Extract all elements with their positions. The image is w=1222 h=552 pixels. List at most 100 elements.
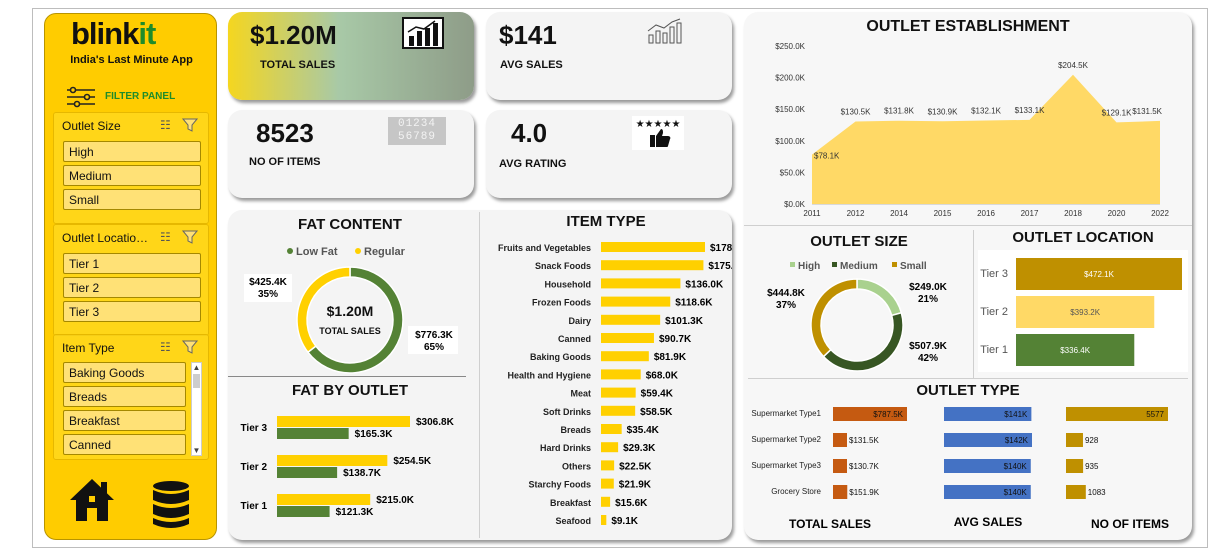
slicer-item-canned[interactable]: Canned [63, 434, 186, 455]
clear-filter-icon[interactable] [181, 230, 199, 247]
data-label: 5577 [1146, 410, 1164, 419]
y-tick-label: $250.0K [775, 42, 805, 51]
bar [601, 278, 681, 289]
data-label: $215.0K [376, 495, 415, 506]
filter-panel-label: FILTER PANEL [105, 91, 176, 102]
row-label: Supermarket Type3 [751, 461, 821, 470]
outlet-location-chart: Tier 3 $472.1K Tier 2 $393.2K Tier 1 $336.4K [978, 250, 1188, 372]
data-label: $151.9K [849, 488, 879, 497]
category-label: Dairy [568, 316, 591, 326]
data-label: $29.3K [623, 443, 656, 454]
slicer-item-high[interactable]: High [63, 141, 201, 162]
legend-label: Medium [840, 261, 878, 272]
row-label: Supermarket Type2 [751, 435, 821, 444]
panel-divider [748, 378, 1188, 379]
category-label: Tier 2 [241, 462, 268, 473]
kpi-label: NO OF ITEMS [249, 156, 321, 168]
bar [601, 405, 636, 416]
legend-label: Low Fat [296, 246, 338, 258]
multi-select-icon[interactable]: ☷ [160, 230, 171, 244]
data-label: $165.3K [355, 429, 394, 440]
trend-chart-icon [647, 18, 682, 44]
slicer-item-baking-goods[interactable]: Baking Goods [63, 362, 186, 383]
growth-chart-icon [402, 17, 444, 49]
bar [601, 478, 614, 489]
slicer-outlet-location: Outlet Location Type ☷ Tier 1 Tier 2 Tie… [53, 224, 209, 336]
clear-filter-icon[interactable] [181, 340, 199, 357]
bar [277, 416, 410, 427]
data-label: $178.1K [710, 243, 732, 254]
data-label: $140K [1004, 462, 1028, 471]
data-label: $130.9K [928, 107, 958, 116]
category-label: Starchy Foods [528, 480, 591, 490]
category-label: Tier 2 [980, 306, 1008, 318]
data-label: $130.7K [849, 462, 879, 471]
data-label: $425.4K [249, 277, 288, 288]
scroll-thumb[interactable] [193, 374, 200, 388]
clear-filter-icon[interactable] [181, 118, 199, 135]
rating-thumbs-up-icon: ★★★★★ [632, 116, 684, 150]
y-tick-label: $50.0K [780, 168, 806, 177]
category-label: Others [562, 461, 591, 471]
bar [601, 351, 649, 362]
data-label: 21% [918, 294, 938, 305]
x-tick-label: 2016 [977, 209, 995, 218]
scroll-up-icon[interactable]: ▲ [192, 363, 201, 372]
bar [601, 369, 641, 380]
data-label: $121.3K [336, 507, 375, 518]
data-label: $68.0K [646, 370, 679, 381]
bar [1066, 485, 1086, 499]
category-label: Hard Drinks [540, 443, 591, 453]
x-tick-label: 2017 [1021, 209, 1039, 218]
bar [601, 496, 611, 507]
y-tick-label: $100.0K [775, 137, 805, 146]
bar [277, 428, 349, 439]
data-label: $21.9K [619, 480, 652, 491]
fat-content-chart: Low Fat Regular $1.20M TOTAL SALES $776.3K65… [244, 246, 458, 374]
multi-select-icon[interactable]: ☷ [160, 118, 171, 132]
database-icon[interactable] [151, 480, 191, 530]
data-label: $175.4K [708, 261, 732, 272]
scroll-down-icon[interactable]: ▼ [192, 446, 201, 455]
data-label: $130.5K [841, 108, 871, 117]
multi-select-icon[interactable]: ☷ [160, 340, 171, 354]
bar [277, 494, 371, 505]
column-header: TOTAL SALES [789, 517, 871, 531]
bar [601, 515, 607, 525]
slicer-title: Item Type [62, 341, 115, 355]
row-label: Grocery Store [771, 487, 821, 496]
slicer-item-small[interactable]: Small [63, 189, 201, 210]
legend-swatch [892, 262, 897, 267]
slicer-item-medium[interactable]: Medium [63, 165, 201, 186]
legend-label: High [798, 261, 820, 272]
fat-by-outlet-title: FAT BY OUTLET [291, 382, 409, 399]
slicer-item-tier-2[interactable]: Tier 2 [63, 277, 201, 298]
slicer-item-tier-1[interactable]: Tier 1 [63, 253, 201, 274]
data-label: $254.5K [393, 456, 432, 467]
category-label: Fruits and Vegetables [498, 243, 591, 253]
filter-panel-toggle[interactable]: FILTER PANEL [65, 86, 205, 108]
slicer-item-breakfast[interactable]: Breakfast [63, 410, 186, 431]
outlet-location-title: OUTLET LOCATION [1012, 229, 1154, 246]
slicer-scrollbar[interactable]: ▲ ▼ [191, 362, 202, 456]
fat-content-title: FAT CONTENT [298, 216, 402, 233]
data-label: $393.2K [1070, 308, 1100, 317]
data-label: $129.1K [1102, 108, 1132, 117]
data-label: $336.4K [1060, 346, 1090, 355]
data-label: $776.3K [415, 330, 454, 341]
category-label: Meat [570, 389, 591, 399]
kpi-no-of-items: 8523 NO OF ITEMS 01234 56789 [228, 110, 474, 198]
data-label: $101.3K [665, 316, 704, 327]
legend-label: Small [900, 261, 927, 272]
bar [1066, 433, 1083, 447]
data-label: $78.1K [814, 152, 840, 161]
bar [277, 467, 338, 478]
slicer-item-tier-3[interactable]: Tier 3 [63, 301, 201, 322]
bar [601, 387, 636, 398]
donut-slice [810, 278, 858, 358]
home-icon[interactable] [67, 476, 117, 524]
data-label: 35% [258, 289, 278, 300]
bar [601, 260, 704, 271]
kpi-label: AVG RATING [499, 158, 567, 170]
slicer-item-breads[interactable]: Breads [63, 386, 186, 407]
